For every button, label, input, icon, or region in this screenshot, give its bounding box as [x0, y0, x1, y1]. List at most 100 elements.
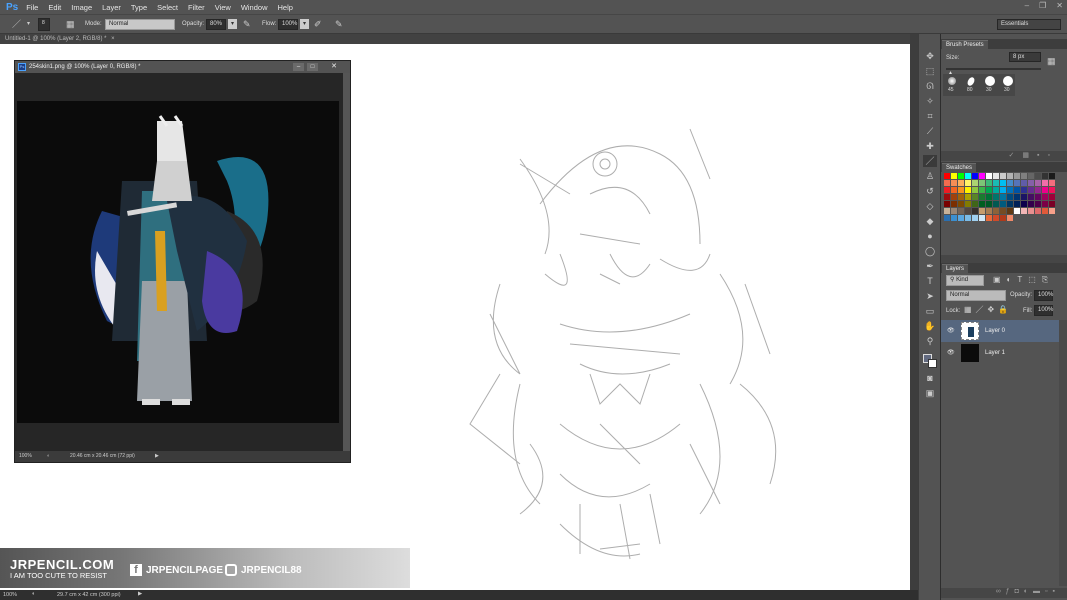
- color-swatch[interactable]: [1042, 180, 1048, 186]
- mode-select[interactable]: Normal: [105, 19, 175, 30]
- new-preset-icon[interactable]: ▦: [1047, 56, 1056, 66]
- marquee-tool-icon[interactable]: ⬚: [923, 65, 937, 77]
- flow-input[interactable]: 100%: [278, 19, 298, 30]
- color-swatch[interactable]: [951, 208, 957, 214]
- quick-mask-icon[interactable]: ◙: [923, 372, 937, 384]
- brush-size-picker[interactable]: 8: [38, 18, 50, 31]
- color-swatch[interactable]: [1000, 187, 1006, 193]
- color-swatch[interactable]: [958, 208, 964, 214]
- color-swatch[interactable]: [951, 201, 957, 207]
- color-swatch[interactable]: [965, 187, 971, 193]
- color-swatch[interactable]: [1021, 194, 1027, 200]
- color-swatch[interactable]: [965, 180, 971, 186]
- color-swatch[interactable]: [993, 215, 999, 221]
- document-scrollbar[interactable]: [343, 73, 350, 451]
- pressure-size-icon[interactable]: ✎: [335, 19, 343, 29]
- brush-tool-icon[interactable]: ／: [12, 19, 21, 29]
- blend-mode-select[interactable]: Normal: [946, 290, 1006, 301]
- hard-brush-icon[interactable]: [1003, 76, 1013, 86]
- color-swatch[interactable]: [1035, 208, 1041, 214]
- shape-tool-icon[interactable]: ▭: [923, 305, 937, 317]
- menu-edit[interactable]: Edit: [48, 3, 61, 12]
- type-tool-icon[interactable]: T: [923, 275, 937, 287]
- close-tab-icon[interactable]: ×: [111, 36, 115, 42]
- play-arrow-icon[interactable]: ▶: [138, 591, 142, 597]
- layer-row[interactable]: 👁 Layer 1: [941, 342, 1059, 364]
- color-swatch[interactable]: [979, 187, 985, 193]
- color-swatch[interactable]: [1007, 180, 1013, 186]
- visibility-eye-icon[interactable]: 👁: [947, 349, 955, 356]
- color-swatch[interactable]: [944, 194, 950, 200]
- color-swatch[interactable]: [958, 173, 964, 179]
- lock-icons[interactable]: ▦／✥🔒: [964, 305, 1012, 315]
- color-swatch[interactable]: [965, 208, 971, 214]
- color-swatch[interactable]: [972, 215, 978, 221]
- color-swatch[interactable]: [1000, 173, 1006, 179]
- vertical-scrollbar[interactable]: [910, 34, 918, 590]
- brush-size-input[interactable]: 8 px: [1009, 52, 1041, 62]
- opacity-dropdown[interactable]: ▾: [228, 19, 237, 29]
- color-swatch[interactable]: [1028, 201, 1034, 207]
- airbrush-icon[interactable]: ✐: [314, 19, 322, 29]
- color-swatch[interactable]: [1007, 215, 1013, 221]
- color-swatch[interactable]: [993, 201, 999, 207]
- color-swatch[interactable]: [979, 173, 985, 179]
- color-swatch[interactable]: [1035, 201, 1041, 207]
- color-swatch[interactable]: [1028, 208, 1034, 214]
- color-swatch[interactable]: [1000, 201, 1006, 207]
- hard-brush-icon[interactable]: [985, 76, 995, 86]
- color-swatch[interactable]: [951, 180, 957, 186]
- color-swatch[interactable]: [1028, 187, 1034, 193]
- color-swatch[interactable]: [1049, 187, 1055, 193]
- history-brush-tool-icon[interactable]: ↺: [923, 185, 937, 197]
- visibility-eye-icon[interactable]: 👁: [947, 327, 955, 334]
- color-swatch[interactable]: [1000, 194, 1006, 200]
- color-swatch[interactable]: [944, 180, 950, 186]
- layer-action-icons[interactable]: ∞ƒ◘◐▬▫▪: [996, 588, 1060, 595]
- color-swatch[interactable]: [1028, 173, 1034, 179]
- menu-select[interactable]: Select: [157, 3, 178, 12]
- zoom-level[interactable]: 100%: [3, 592, 17, 598]
- color-swatch[interactable]: [1035, 173, 1041, 179]
- color-swatch[interactable]: [958, 201, 964, 207]
- path-select-tool-icon[interactable]: ➤: [923, 290, 937, 302]
- layers-scrollbar[interactable]: [1059, 320, 1067, 586]
- color-swatch[interactable]: [1049, 201, 1055, 207]
- color-swatch[interactable]: [1028, 194, 1034, 200]
- color-swatch[interactable]: [993, 180, 999, 186]
- flow-dropdown[interactable]: ▾: [300, 19, 309, 29]
- opacity-input[interactable]: 80%: [206, 19, 226, 30]
- color-swatch[interactable]: [979, 194, 985, 200]
- color-swatch[interactable]: [979, 215, 985, 221]
- eraser-tool-icon[interactable]: ◇: [923, 200, 937, 212]
- menu-layer[interactable]: Layer: [102, 3, 121, 12]
- close-icon[interactable]: ✕: [322, 63, 346, 71]
- color-swatch[interactable]: [944, 173, 950, 179]
- color-swatch[interactable]: [944, 208, 950, 214]
- menu-type[interactable]: Type: [131, 3, 147, 12]
- brush-panel-icon[interactable]: ▦: [66, 19, 75, 29]
- color-swatch[interactable]: [986, 208, 992, 214]
- blur-tool-icon[interactable]: ●: [923, 230, 937, 242]
- color-swatch[interactable]: [1000, 208, 1006, 214]
- menu-file[interactable]: File: [26, 3, 38, 12]
- color-swatch[interactable]: [958, 194, 964, 200]
- color-swatch[interactable]: [1007, 187, 1013, 193]
- panel-footer-icons[interactable]: ✓▦▪▫: [1009, 152, 1058, 159]
- color-swatch[interactable]: [1042, 208, 1048, 214]
- color-swatch[interactable]: [965, 194, 971, 200]
- tab-layers[interactable]: Layers: [942, 264, 969, 273]
- color-swatch[interactable]: [1035, 187, 1041, 193]
- document-zoom[interactable]: 100%: [19, 451, 32, 462]
- pen-tool-icon[interactable]: ✒: [923, 260, 937, 272]
- color-swatch[interactable]: [972, 208, 978, 214]
- maximize-icon[interactable]: □: [307, 63, 318, 71]
- color-swatch[interactable]: [1007, 173, 1013, 179]
- floating-document-titlebar[interactable]: Ps 254skin1.png @ 100% (Layer 0, RGB/8) …: [15, 61, 350, 73]
- tab-brush-presets[interactable]: Brush Presets: [942, 40, 988, 49]
- paint-bucket-tool-icon[interactable]: ◆: [923, 215, 937, 227]
- color-swatch[interactable]: [986, 194, 992, 200]
- color-swatch[interactable]: [965, 215, 971, 221]
- tab-swatches[interactable]: Swatches: [942, 163, 977, 172]
- layer-row[interactable]: 👁 Layer 0: [941, 320, 1059, 342]
